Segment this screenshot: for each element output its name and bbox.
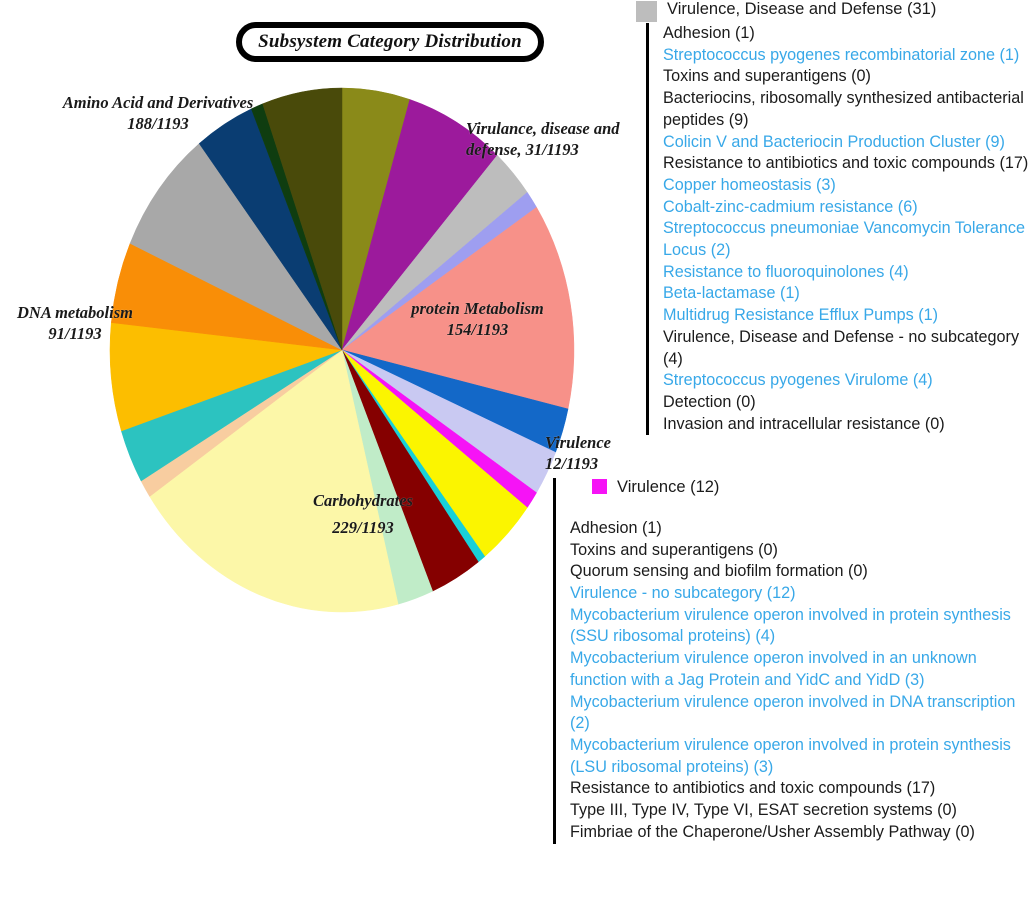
legend-item[interactable]: Multidrug Resistance Efflux Pumps (1) — [663, 305, 1034, 327]
legend-vdd-items: Adhesion (1) Streptococcus pyogenes recom… — [663, 23, 1034, 435]
legend-item[interactable]: Mycobacterium virulence operon involved … — [570, 605, 1034, 648]
pie-label-dna-metabolism: DNA metabolism 91/1193 — [0, 302, 150, 344]
pie-label-carbohydrates: Carbohydrates 229/1193 — [268, 490, 458, 538]
legend-item: Bacteriocins, ribosomally synthesized an… — [663, 89, 1024, 129]
legend-item[interactable]: Streptococcus pyogenes recombinatorial z… — [663, 45, 1034, 67]
legend-virulence-header-row: Virulence (12) — [592, 478, 1034, 497]
legend-item: Adhesion (1) — [570, 518, 662, 537]
pie-label-virulence-value: 12/1193 — [545, 454, 599, 474]
legend-item[interactable]: Virulence - no subcategory (12) — [570, 583, 1034, 605]
legend-item: Toxins and superantigens (0) — [663, 67, 871, 86]
page-title: Subsystem Category Distribution — [258, 31, 522, 52]
legend-vdd-header-label: Virulence, Disease and Defense (31) — [667, 0, 937, 18]
legend-virulence-items: Adhesion (1) Toxins and superantigens (0)… — [570, 518, 1034, 844]
pie-label-dna-metabolism-name: DNA metabolism — [17, 303, 133, 322]
pie-label-amino-acid: Amino Acid and Derivatives 188/1193 — [28, 92, 288, 134]
pie-label-virulence-disease-defense: Virulance, disease and defense, 31/1193 — [466, 118, 636, 160]
pie-label-virulence-disease-defense-name: Virulance, disease and — [466, 119, 620, 138]
legend-vdd-header-row: Virulence, Disease and Defense (31) — [636, 0, 1034, 22]
pie-label-carbohydrates-value: 229/1193 — [332, 518, 394, 538]
pie-label-protein-metabolism-value: 154/1193 — [446, 320, 509, 340]
legend-item[interactable]: Streptococcus pyogenes Virulome (4) — [663, 370, 1034, 392]
pie-label-virulence-disease-defense-value: defense, 31/1193 — [466, 140, 579, 160]
legend-item[interactable]: Copper homeostasis (3) — [663, 175, 1034, 197]
legend-virulence-rule — [553, 478, 556, 844]
legend-item[interactable]: Mycobacterium virulence operon involved … — [570, 735, 1034, 778]
legend-item: Invasion and intracellular resistance (0… — [663, 414, 945, 433]
legend-item: Resistance to antibiotics and toxic comp… — [570, 779, 936, 798]
legend-item[interactable]: Mycobacterium virulence operon involved … — [570, 648, 1034, 691]
legend-item[interactable]: Cobalt-zinc-cadmium resistance (6) — [663, 197, 1034, 219]
chart-canvas: Subsystem Category Distribution Amino Ac… — [0, 0, 1034, 899]
legend-vdd-rule — [646, 23, 649, 436]
legend-item[interactable]: Colicin V and Bacteriocin Production Clu… — [663, 132, 1034, 154]
legend-swatch-magenta-icon — [592, 479, 607, 494]
legend-item[interactable]: Mycobacterium virulence operon involved … — [570, 692, 1034, 735]
pie-label-protein-metabolism-name: protein Metabolism — [411, 299, 544, 318]
legend-item: Quorum sensing and biofilm formation (0) — [570, 562, 868, 581]
chart-title-box: Subsystem Category Distribution — [236, 22, 544, 62]
pie-label-carbohydrates-name: Carbohydrates — [313, 491, 413, 510]
legend-item[interactable]: Beta-lactamase (1) — [663, 283, 1034, 305]
legend-item: Virulence, Disease and Defense - no subc… — [663, 327, 1020, 368]
legend-virulence-spacer — [570, 498, 1034, 518]
legend-virulence-body: Virulence (12) Adhesion (1) Toxins and su… — [553, 478, 1034, 844]
legend-virulence-disease-defense: Virulence, Disease and Defense (31) Adhe… — [636, 0, 1034, 436]
legend-item: Detection (0) — [663, 392, 756, 411]
legend-virulence-header-label: Virulence (12) — [617, 478, 720, 496]
legend-item: Toxins and superantigens (0) — [570, 540, 778, 559]
pie-label-amino-acid-value: 188/1193 — [127, 114, 189, 134]
pie-label-dna-metabolism-value: 91/1193 — [48, 324, 102, 344]
legend-item[interactable]: Resistance to fluoroquinolones (4) — [663, 262, 1034, 284]
legend-vdd-body: Adhesion (1) Streptococcus pyogenes recom… — [646, 23, 1034, 436]
legend-virulence: Virulence (12) Adhesion (1) Toxins and su… — [525, 478, 1034, 844]
legend-item: Adhesion (1) — [663, 24, 755, 42]
legend-virulence-column: Virulence (12) Adhesion (1) Toxins and su… — [570, 478, 1034, 844]
legend-item[interactable]: Streptococcus pneumoniae Vancomycin Tole… — [663, 218, 1034, 261]
legend-item: Fimbriae of the Chaperone/Usher Assembly… — [570, 822, 975, 841]
legend-item: Type III, Type IV, Type VI, ESAT secreti… — [570, 801, 957, 820]
pie-label-virulence: Virulence 12/1193 — [545, 432, 655, 474]
legend-swatch-gray-icon — [636, 1, 657, 22]
pie-label-amino-acid-name: Amino Acid and Derivatives — [62, 93, 254, 112]
pie-label-protein-metabolism: protein Metabolism 154/1193 — [385, 298, 570, 340]
legend-item: Resistance to antibiotics and toxic comp… — [663, 154, 1029, 173]
